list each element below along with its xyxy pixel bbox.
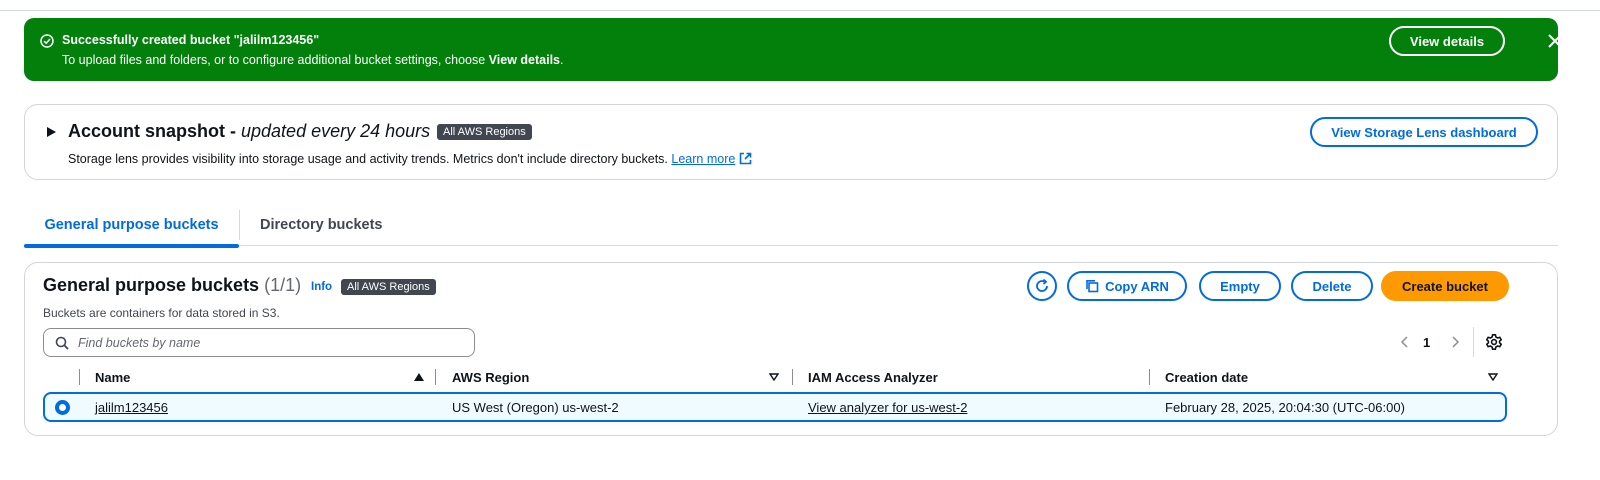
general-purpose-buckets-panel: General purpose buckets (1/1) Info All A… [24, 262, 1558, 436]
header-divider [0, 10, 1600, 11]
chevron-left-icon[interactable] [1399, 335, 1411, 349]
account-snapshot-panel: Account snapshot - updated every 24 hour… [24, 104, 1558, 180]
sort-icon[interactable] [769, 373, 779, 381]
page-number[interactable]: 1 [1423, 335, 1430, 350]
flash-title: Successfully created bucket "jalilm12345… [62, 33, 320, 47]
column-divider [79, 369, 80, 385]
bucket-region: US West (Oregon) us-west-2 [452, 400, 619, 415]
expand-caret-icon[interactable] [47, 127, 56, 137]
refresh-button[interactable] [1027, 271, 1057, 301]
bucket-type-tabs: General purpose buckets Directory bucket… [24, 204, 1558, 248]
column-header-creation-date[interactable]: Creation date [1165, 370, 1248, 385]
gear-icon[interactable] [1485, 333, 1503, 351]
search-icon [55, 336, 69, 350]
buckets-heading: General purpose buckets (1/1) [43, 275, 302, 295]
column-header-access-analyzer[interactable]: IAM Access Analyzer [808, 370, 938, 385]
flash-message: To upload files and folders, or to confi… [62, 53, 564, 67]
refresh-icon [1036, 278, 1048, 292]
column-header-region[interactable]: AWS Region [452, 370, 529, 385]
view-details-button[interactable]: View details [1389, 26, 1505, 56]
account-snapshot-heading[interactable]: Account snapshot - updated every 24 hour… [68, 121, 430, 142]
search-box [43, 328, 475, 357]
copy-icon [1086, 280, 1099, 293]
flash-message-emphasis: View details [488, 53, 560, 67]
sort-ascending-icon[interactable] [414, 373, 424, 381]
bucket-creation-date: February 28, 2025, 20:04:30 (UTC-06:00) [1165, 400, 1405, 415]
all-regions-badge: All AWS Regions [341, 279, 436, 295]
empty-button[interactable]: Empty [1199, 271, 1281, 301]
column-divider [1149, 369, 1150, 385]
tab-divider [239, 210, 240, 240]
create-bucket-button[interactable]: Create bucket [1381, 271, 1509, 301]
column-divider [435, 369, 436, 385]
learn-more-link[interactable]: Learn more [671, 152, 735, 166]
close-icon[interactable] [1546, 32, 1564, 50]
all-regions-badge: All AWS Regions [437, 124, 532, 140]
sort-icon[interactable] [1488, 373, 1498, 381]
bucket-count: (1/1) [264, 275, 302, 295]
chevron-right-icon[interactable] [1449, 335, 1461, 349]
bucket-name-link[interactable]: jalilm123456 [95, 400, 168, 415]
external-link-icon[interactable] [739, 152, 752, 165]
snapshot-description: Storage lens provides visibility into st… [68, 152, 752, 166]
buckets-description: Buckets are containers for data stored i… [43, 306, 280, 320]
copy-arn-button[interactable]: Copy ARN [1067, 271, 1187, 301]
table-row[interactable]: jalilm123456 US West (Oregon) us-west-2 … [43, 392, 1507, 422]
view-analyzer-link[interactable]: View analyzer for us-west-2 [808, 400, 967, 415]
search-input[interactable] [78, 332, 468, 354]
row-select-radio[interactable] [55, 400, 70, 415]
column-divider [792, 369, 793, 385]
success-flash-banner: Successfully created bucket "jalilm12345… [24, 18, 1562, 81]
check-circle-icon [40, 34, 54, 48]
tab-general-purpose-buckets[interactable]: General purpose buckets [24, 204, 239, 248]
column-header-name[interactable]: Name [95, 370, 130, 385]
tab-directory-buckets[interactable]: Directory buckets [260, 204, 383, 246]
delete-button[interactable]: Delete [1291, 271, 1373, 301]
info-link[interactable]: Info [311, 281, 332, 293]
view-storage-lens-button[interactable]: View Storage Lens dashboard [1310, 117, 1538, 147]
pager-divider [1473, 327, 1474, 357]
